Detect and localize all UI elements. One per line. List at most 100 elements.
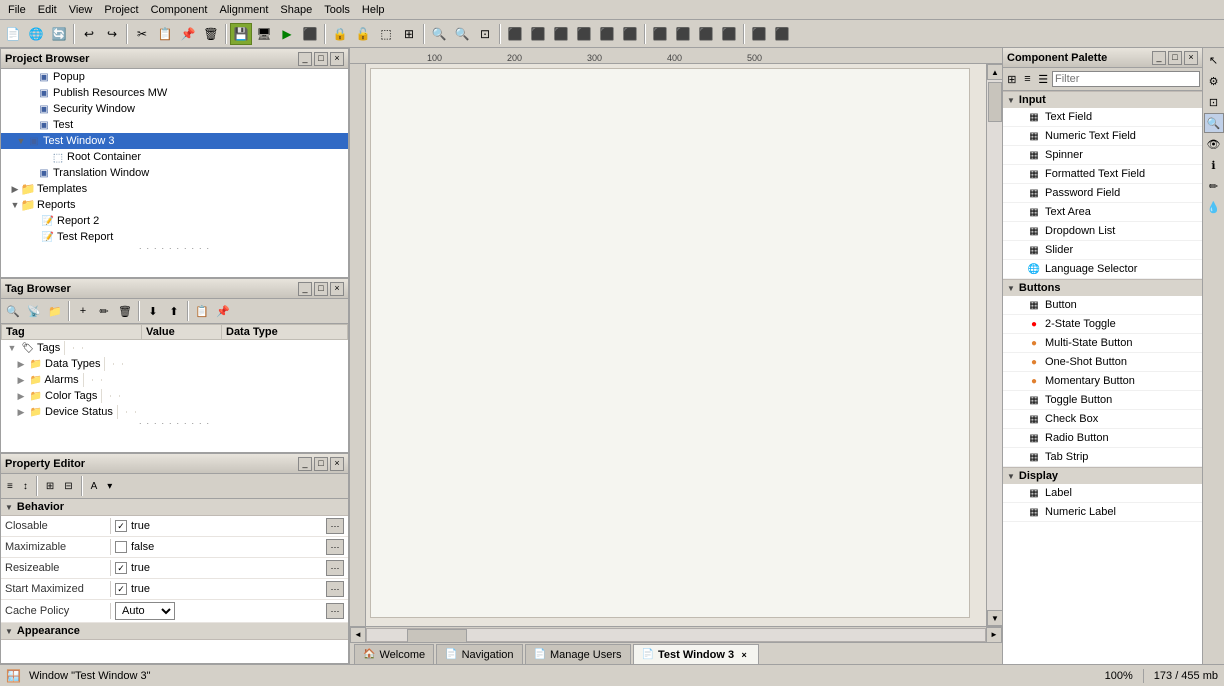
tag-search-btn[interactable]: 🔍 [3, 302, 23, 320]
tag-browser-float[interactable]: □ [314, 282, 328, 296]
palette-item-numericlabel[interactable]: ▦ Numeric Label [1003, 503, 1202, 522]
tag-paste-btn[interactable]: 📌 [213, 302, 233, 320]
stop-btn[interactable]: ⬛ [299, 23, 321, 45]
paste-btn[interactable]: 📌 [177, 23, 199, 45]
zoom-in-btn[interactable]: 🔍 [428, 23, 450, 45]
align-top-btn[interactable]: ⬛ [573, 23, 595, 45]
menu-component[interactable]: Component [145, 2, 214, 18]
scroll-v-track[interactable] [987, 80, 1002, 610]
refresh-btn[interactable]: 🔄 [48, 23, 70, 45]
rtb-pencil-btn[interactable]: ✏ [1204, 176, 1224, 196]
tree-item-publish[interactable]: ▣ Publish Resources MW [1, 85, 348, 101]
tag-export-btn[interactable]: ⬆ [164, 302, 184, 320]
tree-item-report2[interactable]: 📝 Report 2 [1, 213, 348, 229]
menu-help[interactable]: Help [356, 2, 391, 18]
palette-item-momentarybutton[interactable]: ● Momentary Button [1003, 372, 1202, 391]
menu-file[interactable]: File [2, 2, 32, 18]
palette-item-oneshotbutton[interactable]: ● One-Shot Button [1003, 353, 1202, 372]
scroll-v-up[interactable]: ▲ [987, 64, 1002, 80]
bring-front-btn[interactable]: ⬛ [748, 23, 770, 45]
save-btn[interactable]: 💾 [230, 23, 252, 45]
tab-manageusers[interactable]: 📄 Manage Users [525, 644, 631, 664]
rtb-select-btn[interactable]: ⊡ [1204, 92, 1224, 112]
tag-browser-minimize[interactable]: _ [298, 282, 312, 296]
palette-item-checkbox[interactable]: ▦ Check Box [1003, 410, 1202, 429]
open-btn[interactable]: 🌐 [25, 23, 47, 45]
project-browser-float[interactable]: □ [314, 52, 328, 66]
palette-section-input[interactable]: ▼ Input [1003, 91, 1202, 108]
tag-add-btn[interactable]: + [73, 302, 93, 320]
tag-row-colortags[interactable]: ▶ 📁 Color Tags [2, 388, 142, 404]
palette-detail-btn[interactable]: ☰ [1036, 70, 1050, 88]
prop-sort-btn[interactable]: ↕ [19, 477, 32, 495]
tree-item-translation[interactable]: ▣ Translation Window [1, 165, 348, 181]
maximizable-checkbox[interactable] [115, 541, 127, 553]
tag-import-btn[interactable]: ⬇ [143, 302, 163, 320]
scroll-h-left[interactable]: ◄ [350, 627, 366, 643]
scroll-v-down[interactable]: ▼ [987, 610, 1002, 626]
palette-item-togglebutton[interactable]: ▦ Toggle Button [1003, 391, 1202, 410]
zoom-out-btn[interactable]: 🔍 [451, 23, 473, 45]
tab-testwindow3[interactable]: 📄 Test Window 3 × [633, 644, 760, 664]
rtb-cursor-btn[interactable]: ↖ [1204, 50, 1224, 70]
dist-h-btn[interactable]: ⬛ [649, 23, 671, 45]
scroll-h-right[interactable]: ► [986, 627, 1002, 643]
project-browser-sep[interactable]: · · · · · · · · · · [1, 245, 348, 251]
undo-btn[interactable]: ↩ [78, 23, 100, 45]
rtb-info-btn[interactable]: ℹ [1204, 155, 1224, 175]
rtb-configure-btn[interactable]: ⚙ [1204, 71, 1224, 91]
scroll-v-thumb[interactable] [988, 82, 1002, 122]
tag-browser-sep[interactable]: · · · · · · · · · · [1, 420, 348, 426]
palette-item-label[interactable]: ▦ Label [1003, 484, 1202, 503]
startmaximized-checkbox[interactable] [115, 583, 127, 595]
lock-btn[interactable]: 🔒 [329, 23, 351, 45]
prop-expand-btn[interactable]: ⊞ [42, 477, 58, 495]
menu-edit[interactable]: Edit [32, 2, 63, 18]
tag-edit-btn[interactable]: ✏ [94, 302, 114, 320]
palette-item-textfield[interactable]: ▦ Text Field [1003, 108, 1202, 127]
redo-btn[interactable]: ↪ [101, 23, 123, 45]
palette-item-dropdownlist[interactable]: ▦ Dropdown List [1003, 222, 1202, 241]
resizeable-action[interactable]: ⋯ [326, 560, 344, 576]
palette-item-formattedtextfield[interactable]: ▦ Formatted Text Field [1003, 165, 1202, 184]
palette-item-radiobutton[interactable]: ▦ Radio Button [1003, 429, 1202, 448]
tag-row-datatypes[interactable]: ▶ 📁 Data Types [2, 356, 142, 372]
tree-item-popup[interactable]: ▣ Popup [1, 69, 348, 85]
align-left-btn[interactable]: ⬛ [504, 23, 526, 45]
cachepolicy-select[interactable]: Auto [115, 602, 175, 620]
palette-list-btn[interactable]: ≡ [1021, 70, 1035, 88]
prop-collapse-btn[interactable]: ⊟ [60, 477, 76, 495]
resizeable-checkbox[interactable] [115, 562, 127, 574]
palette-item-tabstrip[interactable]: ▦ Tab Strip [1003, 448, 1202, 467]
project-browser-close[interactable]: × [330, 52, 344, 66]
appearance-section-header[interactable]: ▼ Appearance [1, 623, 348, 640]
menu-view[interactable]: View [63, 2, 99, 18]
palette-section-display[interactable]: ▼ Display [1003, 467, 1202, 484]
cut-btn[interactable]: ✂ [131, 23, 153, 45]
palette-item-2statetoggle[interactable]: ● 2-State Toggle [1003, 315, 1202, 334]
tree-item-security[interactable]: ▣ Security Window [1, 101, 348, 117]
delete-btn[interactable]: 🗑 [200, 23, 222, 45]
rtb-eyedrop-btn[interactable]: 💧 [1204, 197, 1224, 217]
tag-folder-btn[interactable]: 📁 [45, 302, 65, 320]
tree-item-rootcontainer[interactable]: ⬚ Root Container [1, 149, 348, 165]
property-editor-float[interactable]: □ [314, 457, 328, 471]
palette-section-buttons[interactable]: ▼ Buttons [1003, 279, 1202, 296]
palette-close[interactable]: × [1184, 51, 1198, 65]
canvas-content[interactable] [366, 64, 986, 626]
palette-item-slider[interactable]: ▦ Slider [1003, 241, 1202, 260]
scroll-h-thumb[interactable] [407, 629, 467, 643]
prop-font-btn[interactable]: A [87, 477, 102, 495]
menu-shape[interactable]: Shape [274, 2, 318, 18]
menu-alignment[interactable]: Alignment [213, 2, 274, 18]
closable-action[interactable]: ⋯ [326, 518, 344, 534]
palette-float[interactable]: □ [1168, 51, 1182, 65]
tag-browser-close[interactable]: × [330, 282, 344, 296]
palette-item-spinner[interactable]: ▦ Spinner [1003, 146, 1202, 165]
group-btn[interactable]: ⬚ [375, 23, 397, 45]
palette-item-button[interactable]: ▦ Button [1003, 296, 1202, 315]
menu-project[interactable]: Project [98, 2, 144, 18]
size-h-btn[interactable]: ⬛ [718, 23, 740, 45]
tree-item-templates[interactable]: ▶ 📁 Templates [1, 181, 348, 197]
run-btn[interactable]: ▶ [276, 23, 298, 45]
